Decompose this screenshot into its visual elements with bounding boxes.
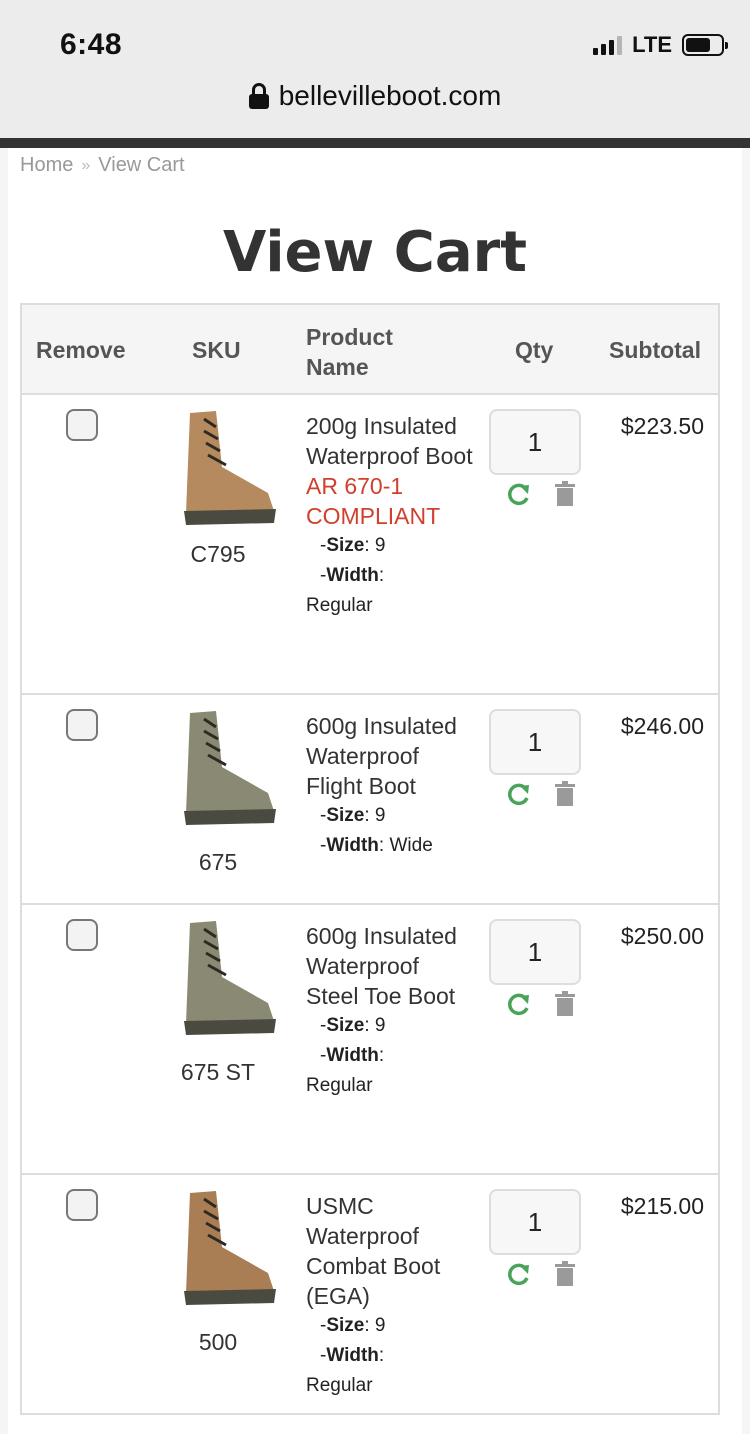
refresh-icon[interactable]: [506, 991, 532, 1017]
subtotal-value: $223.50: [620, 413, 704, 439]
status-time: 6:48: [60, 28, 123, 61]
table-row: 675 ST 600g Insulated Waterproof Steel T…: [22, 905, 718, 1175]
header-subtotal: Subtotal: [609, 337, 701, 363]
size-label: Size: [326, 1015, 365, 1036]
page-gutter-left: [0, 148, 8, 1434]
size-value: 9: [374, 805, 386, 826]
remove-checkbox[interactable]: [66, 919, 98, 951]
product-name[interactable]: 600g Insulated Waterproof Steel Toe Boot…: [306, 921, 476, 1101]
width-label: Width: [326, 1045, 379, 1066]
product-title: 200g Insulated Waterproof Boot: [306, 413, 473, 469]
subtotal-value: $215.00: [620, 1193, 704, 1219]
size-label: Size: [326, 535, 365, 556]
page-gutter-right: [742, 148, 750, 1434]
width-label: Width: [326, 1345, 379, 1366]
width-label: Width: [326, 565, 379, 586]
width-value: Regular: [306, 1375, 373, 1396]
trash-icon[interactable]: [554, 781, 576, 807]
compliance-notice: AR 670-1 COMPLIANT: [306, 473, 441, 529]
product-options: -Size: 9 -Width: Regular: [306, 531, 476, 621]
header-product-name: Product Name: [306, 324, 393, 380]
trash-icon[interactable]: [554, 991, 576, 1017]
qty-input[interactable]: 1: [489, 409, 581, 475]
page-title: View Cart: [222, 220, 528, 285]
table-header: Remove SKU Product Name Qty Subtotal: [22, 305, 718, 395]
boot-image[interactable]: [156, 407, 280, 531]
width-value: Regular: [306, 595, 373, 616]
breadcrumb-current[interactable]: View Cart: [98, 154, 184, 177]
product-name[interactable]: USMC Waterproof Combat Boot (EGA) -Size:…: [306, 1191, 476, 1401]
product-options: -Size: 9 -Width: Regular: [306, 1311, 476, 1401]
product-options: -Size: 9 -Width: Wide: [320, 805, 433, 856]
product-title: 600g Insulated Waterproof Flight Boot: [306, 713, 457, 799]
network-label: LTE: [632, 32, 672, 57]
product-title: USMC Waterproof Combat Boot (EGA): [306, 1193, 441, 1309]
address-bar[interactable]: bellevilleboot.com: [0, 80, 750, 112]
table-row: 675 600g Insulated Waterproof Flight Boo…: [22, 695, 718, 905]
refresh-icon[interactable]: [506, 481, 532, 507]
site-top-bar: [0, 138, 750, 148]
header-sku: SKU: [192, 337, 241, 363]
subtotal-value: $250.00: [620, 923, 704, 949]
remove-checkbox[interactable]: [66, 709, 98, 741]
breadcrumb: Home » View Cart: [20, 154, 185, 177]
remove-checkbox[interactable]: [66, 1189, 98, 1221]
size-label: Size: [326, 805, 365, 826]
cart-table: Remove SKU Product Name Qty Subtotal C79…: [20, 303, 720, 1415]
qty-input[interactable]: 1: [489, 1189, 581, 1255]
boot-image[interactable]: [156, 917, 280, 1041]
battery-icon: [682, 34, 728, 56]
header-qty: Qty: [515, 337, 554, 363]
browser-chrome: 6:48 LTE bellevilleboot.com: [0, 0, 750, 138]
size-value: 9: [374, 1315, 386, 1336]
product-options: -Size: 9 -Width: Regular: [306, 1011, 476, 1101]
boot-image[interactable]: [156, 707, 280, 831]
product-name[interactable]: 600g Insulated Waterproof Flight Boot -S…: [306, 711, 476, 861]
width-value: Wide: [389, 835, 433, 856]
signal-icon: [593, 35, 623, 55]
trash-icon[interactable]: [554, 481, 576, 507]
product-name[interactable]: 200g Insulated Waterproof Boot AR 670-1 …: [306, 411, 476, 621]
table-row: 500 USMC Waterproof Combat Boot (EGA) -S…: [22, 1175, 718, 1413]
sku-value: 675: [198, 849, 238, 875]
product-title: 600g Insulated Waterproof Steel Toe Boot: [306, 923, 457, 1009]
breadcrumb-home[interactable]: Home: [20, 154, 73, 177]
boot-image[interactable]: [156, 1187, 280, 1311]
url-text: bellevilleboot.com: [278, 80, 502, 111]
breadcrumb-separator: »: [81, 156, 91, 174]
width-value: Regular: [306, 1075, 373, 1096]
subtotal-value: $246.00: [620, 713, 704, 739]
sku-value: 500: [198, 1329, 238, 1355]
sku-value: 675 ST: [180, 1059, 256, 1085]
remove-checkbox[interactable]: [66, 409, 98, 441]
sku-value: C795: [190, 541, 246, 567]
width-label: Width: [326, 835, 379, 856]
size-value: 9: [374, 1015, 386, 1036]
refresh-icon[interactable]: [506, 781, 532, 807]
qty-input[interactable]: 1: [489, 709, 581, 775]
trash-icon[interactable]: [554, 1261, 576, 1287]
table-row: C795 200g Insulated Waterproof Boot AR 6…: [22, 395, 718, 695]
refresh-icon[interactable]: [506, 1261, 532, 1287]
qty-input[interactable]: 1: [489, 919, 581, 985]
size-label: Size: [326, 1315, 365, 1336]
size-value: 9: [374, 535, 386, 556]
lock-icon: [248, 83, 269, 109]
status-indicators: LTE: [593, 32, 728, 58]
header-remove: Remove: [36, 337, 126, 363]
